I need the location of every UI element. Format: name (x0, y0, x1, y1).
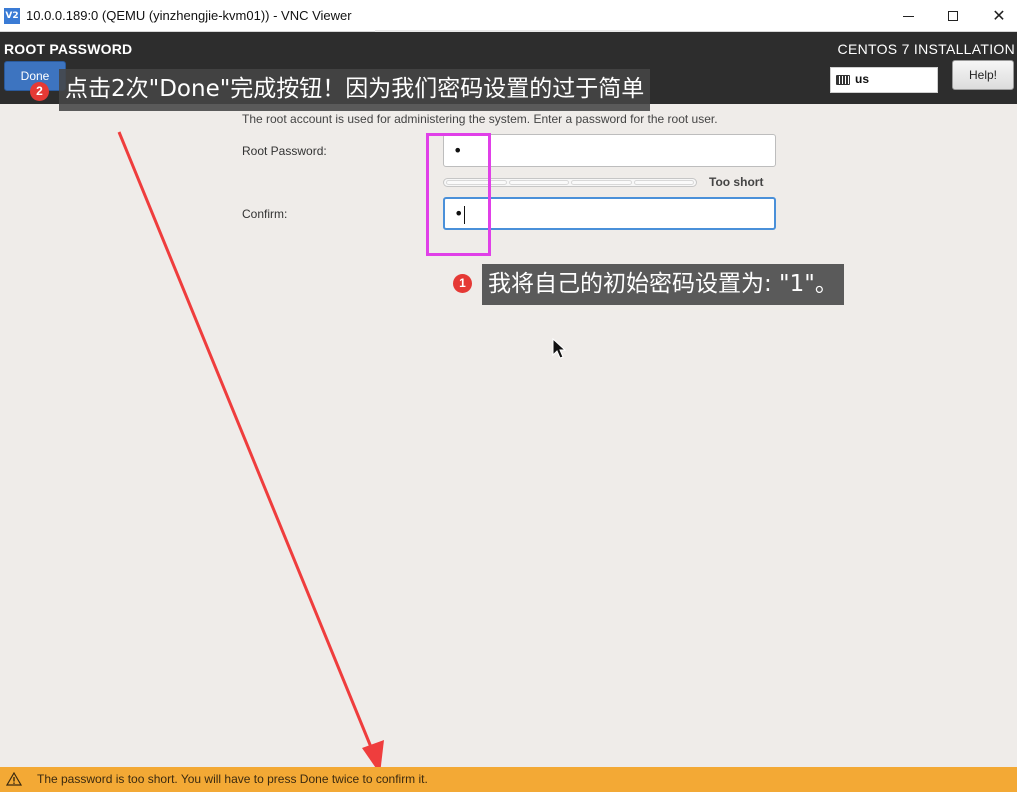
arrow-line (117, 131, 375, 753)
keyboard-layout-label: us (855, 72, 870, 86)
step-badge-2: 2 (30, 82, 49, 101)
maximize-button[interactable] (930, 0, 976, 32)
keyboard-icon (836, 75, 850, 85)
confirm-password-label: Confirm: (242, 207, 288, 221)
mouse-cursor-icon (552, 338, 566, 359)
confirm-password-field[interactable]: • (443, 197, 776, 230)
highlight-rectangle (426, 133, 491, 256)
help-button[interactable]: Help! (952, 60, 1014, 90)
annotation-done-instruction: 点击2次"Done"完成按钮！因为我们密码设置的过于简单 (59, 69, 651, 111)
annotation-password-note: 我将自己的初始密码设置为: "1"。 (482, 264, 844, 305)
strength-segment (571, 180, 632, 185)
warning-text: The password is too short. You will have… (37, 772, 428, 786)
product-title: CENTOS 7 INSTALLATION (837, 41, 1015, 57)
spoke-title: ROOT PASSWORD (4, 41, 133, 57)
close-icon: ✕ (992, 6, 1006, 25)
minimize-button[interactable] (885, 0, 931, 32)
strength-segment (508, 180, 569, 185)
close-button[interactable]: ✕ (976, 0, 1017, 32)
maximize-icon (948, 11, 958, 21)
root-password-field[interactable]: • (443, 134, 776, 167)
vnc-viewer-icon: V2 (4, 8, 20, 24)
window-titlebar: V2 10.0.0.189:0 (QEMU (yinzhengjie-kvm01… (0, 0, 1017, 32)
root-account-intro: The root account is used for administeri… (242, 112, 718, 126)
password-strength-label: Too short (709, 175, 764, 189)
root-password-label: Root Password: (242, 144, 327, 158)
warning-icon (6, 772, 22, 786)
warning-bar[interactable]: The password is too short. You will have… (0, 767, 1017, 792)
step-badge-1: 1 (453, 274, 472, 293)
minimize-icon (903, 16, 914, 17)
strength-segment (633, 180, 694, 185)
keyboard-layout-indicator[interactable]: us (830, 67, 938, 93)
window-title: 10.0.0.189:0 (QEMU (yinzhengjie-kvm01)) … (26, 8, 352, 23)
